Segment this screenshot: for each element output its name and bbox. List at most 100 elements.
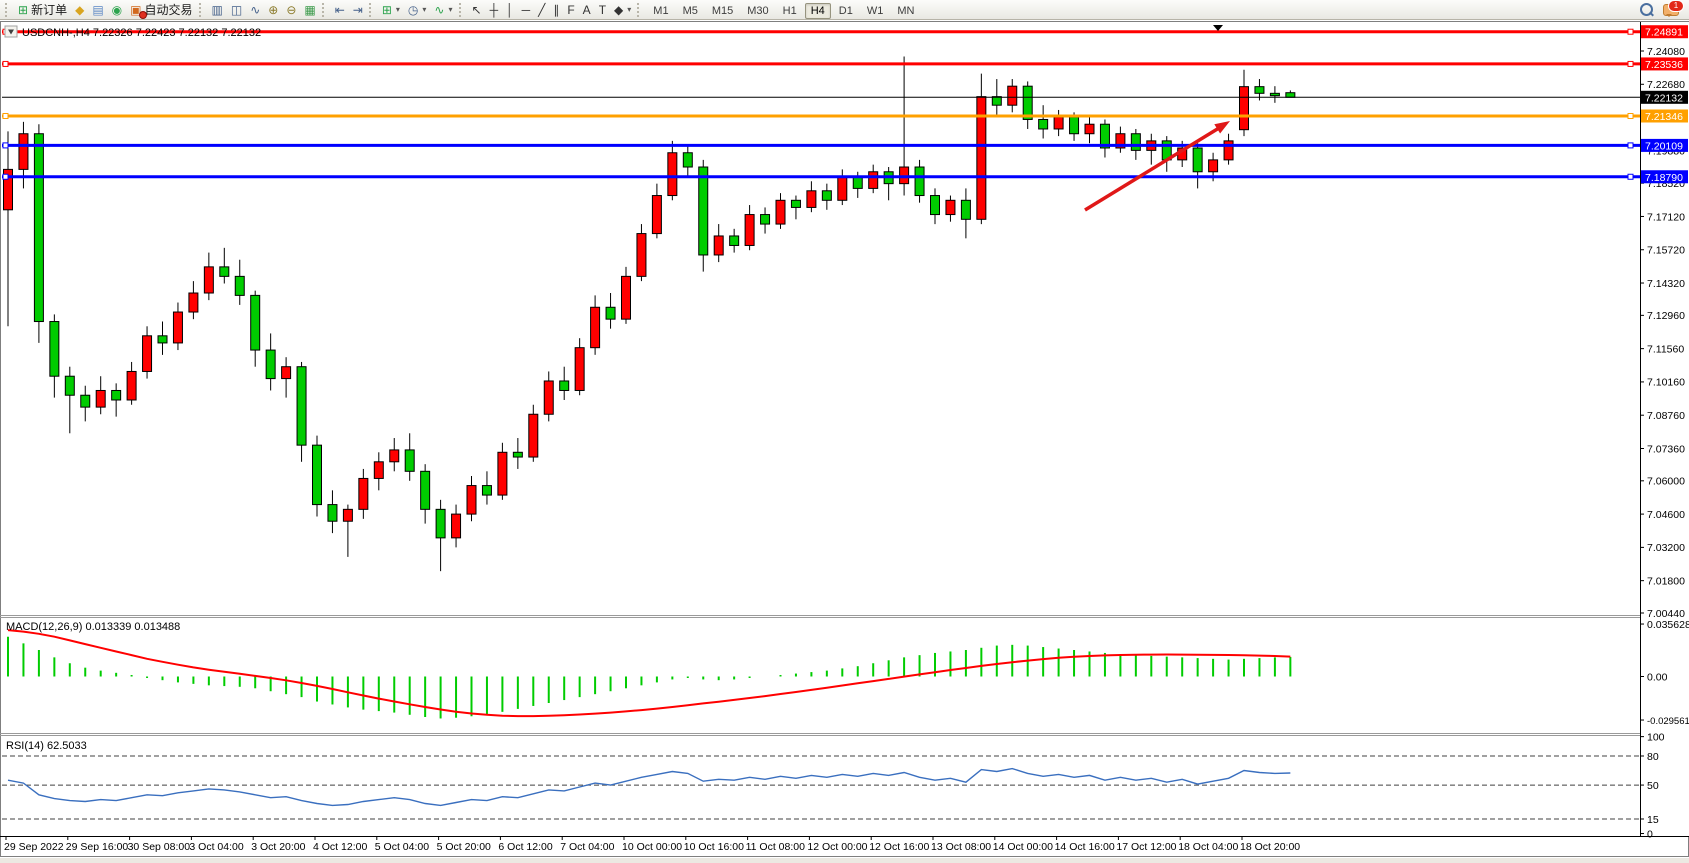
zoom-in-button[interactable]: ⊕ — [264, 1, 282, 18]
bar-chart-button[interactable]: ▥ — [208, 1, 227, 18]
new-order-label: 新订单 — [31, 1, 67, 18]
axis-tick-label: 7.17120 — [1647, 211, 1685, 223]
timeframe-button-W1[interactable]: W1 — [861, 3, 890, 19]
shapes-button[interactable]: ◆▾ — [610, 1, 635, 18]
shapes-icon: ◆ — [614, 4, 623, 16]
line-chart-icon: ∿ — [250, 4, 260, 16]
step-forward-button[interactable]: ⇥ — [349, 1, 367, 18]
axis-tick-label: 7.07360 — [1647, 443, 1685, 455]
axis-tick-label: 7.15720 — [1647, 245, 1685, 257]
toolbar-grip — [369, 3, 374, 17]
clock-icon: ◷ — [408, 4, 418, 16]
time-axis-label: 5 Oct 20:00 — [437, 841, 491, 853]
bar-chart-icon: ▥ — [212, 4, 223, 16]
text-button[interactable]: A — [579, 1, 595, 18]
toolbar-grip — [199, 3, 204, 17]
fibonacci-icon: F — [567, 4, 574, 16]
toolbar: ⊞ 新订单 ◆ ▤ ◉ ▣ 自动交易 ▥ ◫ ∿ ⊕ ⊖ ▦ ⇤ ⇥ ⊞▾ ◷▾… — [0, 0, 1689, 20]
tile-windows-button[interactable]: ▦ — [300, 1, 319, 18]
axis-tick-label: 7.14320 — [1647, 278, 1685, 290]
timeframe-button-M15[interactable]: M15 — [706, 3, 739, 19]
horizontal-line-button[interactable]: ─ — [518, 1, 535, 18]
timeframe-button-M30[interactable]: M30 — [741, 3, 774, 19]
indicators-button[interactable]: ∿▾ — [430, 1, 456, 18]
axis-tick-label: 7.06000 — [1647, 476, 1685, 488]
tile-windows-icon: ▦ — [304, 4, 315, 16]
channel-icon: ∥ — [553, 4, 559, 16]
profiles-button[interactable]: ◷▾ — [404, 1, 431, 18]
cursor-button[interactable]: ↖ — [468, 1, 486, 18]
zoom-out-button[interactable]: ⊖ — [282, 1, 300, 18]
axis-tick-label: -0.029561 — [1647, 716, 1689, 727]
price-tag-label: 7.18790 — [1645, 172, 1683, 184]
timeframe-button-MN[interactable]: MN — [891, 3, 920, 19]
text-icon: A — [583, 4, 591, 16]
trendline-icon: ╱ — [538, 4, 545, 16]
new-chart-button[interactable]: ⊞▾ — [378, 1, 404, 18]
channel-button[interactable]: ∥ — [549, 1, 563, 18]
market-watch-icon: ◆ — [75, 4, 84, 16]
new-order-button[interactable]: ⊞ 新订单 — [14, 1, 71, 18]
zoom-out-icon: ⊖ — [286, 4, 296, 16]
step-back-button[interactable]: ⇤ — [331, 1, 349, 18]
navigator-button[interactable]: ◉ — [108, 1, 126, 18]
timeframe-button-H4[interactable]: H4 — [805, 3, 831, 19]
axis-tick-label: 7.11560 — [1647, 343, 1684, 355]
timeframe-button-D1[interactable]: D1 — [833, 3, 859, 19]
price-axis[interactable]: 7.240807.226807.212807.198807.185207.171… — [1640, 22, 1689, 840]
fibonacci-button[interactable]: F — [563, 1, 578, 18]
line-handle[interactable] — [3, 113, 8, 118]
timeframe-button-H1[interactable]: H1 — [777, 3, 803, 19]
time-axis-label: 3 Oct 20:00 — [251, 841, 305, 853]
time-axis-label: 12 Oct 16:00 — [869, 841, 929, 853]
time-axis-label: 10 Oct 00:00 — [622, 841, 682, 853]
price-tag-label: 7.22132 — [1645, 92, 1683, 104]
time-axis-label: 13 Oct 08:00 — [931, 841, 991, 853]
line-handle[interactable] — [1628, 61, 1633, 66]
time-axis-label: 30 Sep 08:00 — [128, 841, 191, 853]
time-axis-label: 4 Oct 12:00 — [313, 841, 367, 853]
line-handle[interactable] — [3, 61, 8, 66]
new-chart-icon: ⊞ — [382, 4, 392, 16]
price-tag-label: 7.24891 — [1645, 27, 1683, 39]
axis-tick-label: 15 — [1647, 814, 1659, 826]
time-axis-label: 6 Oct 12:00 — [498, 841, 552, 853]
axis-tick-label: 50 — [1647, 780, 1659, 792]
candlestick-chart-button[interactable]: ◫ — [227, 1, 246, 18]
axis-tick-label: 7.24080 — [1647, 46, 1685, 58]
data-window-button[interactable]: ▤ — [88, 1, 107, 18]
crosshair-icon: ┼ — [490, 4, 499, 16]
axis-tick-label: 7.08760 — [1647, 410, 1685, 422]
toolbar-right: 1 — [1640, 3, 1689, 16]
step-back-icon: ⇤ — [335, 4, 345, 16]
autotrading-button[interactable]: ▣ 自动交易 — [126, 1, 196, 18]
vertical-line-button[interactable]: │ — [502, 1, 518, 18]
timeframe-button-M1[interactable]: M1 — [647, 3, 674, 19]
line-handle[interactable] — [3, 174, 8, 179]
data-window-icon: ▤ — [92, 4, 103, 16]
line-handle[interactable] — [1628, 29, 1633, 34]
chart-area: USDCNH-,H4 7.22326 7.22423 7.22132 7.221… — [0, 20, 1689, 858]
axis-tick-label: 0.00 — [1647, 671, 1668, 683]
line-handle[interactable] — [1628, 174, 1633, 179]
line-handle[interactable] — [1628, 113, 1633, 118]
axis-tick-label: 0 — [1647, 828, 1653, 840]
line-handle[interactable] — [1628, 143, 1633, 148]
timeframe-button-M5[interactable]: M5 — [677, 3, 704, 19]
search-icon[interactable] — [1640, 3, 1653, 16]
notifications-icon[interactable]: 1 — [1663, 4, 1679, 16]
axis-tick-label: 7.03200 — [1647, 542, 1685, 554]
line-chart-button[interactable]: ∿ — [246, 1, 264, 18]
toolbar-grip — [322, 3, 327, 17]
axis-tick-label: 7.01800 — [1647, 575, 1685, 587]
navigator-icon: ◉ — [112, 4, 122, 16]
crosshair-button[interactable]: ┼ — [486, 1, 503, 18]
label-icon: T — [599, 4, 606, 16]
label-button[interactable]: T — [595, 1, 610, 18]
trendline-button[interactable]: ╱ — [534, 1, 549, 18]
chevron-down-icon: ▾ — [448, 5, 452, 14]
rsi-label: RSI(14) 62.5033 — [6, 740, 87, 752]
market-watch-button[interactable]: ◆ — [71, 1, 88, 18]
line-handle[interactable] — [3, 143, 8, 148]
cursor-icon: ↖ — [472, 4, 482, 16]
